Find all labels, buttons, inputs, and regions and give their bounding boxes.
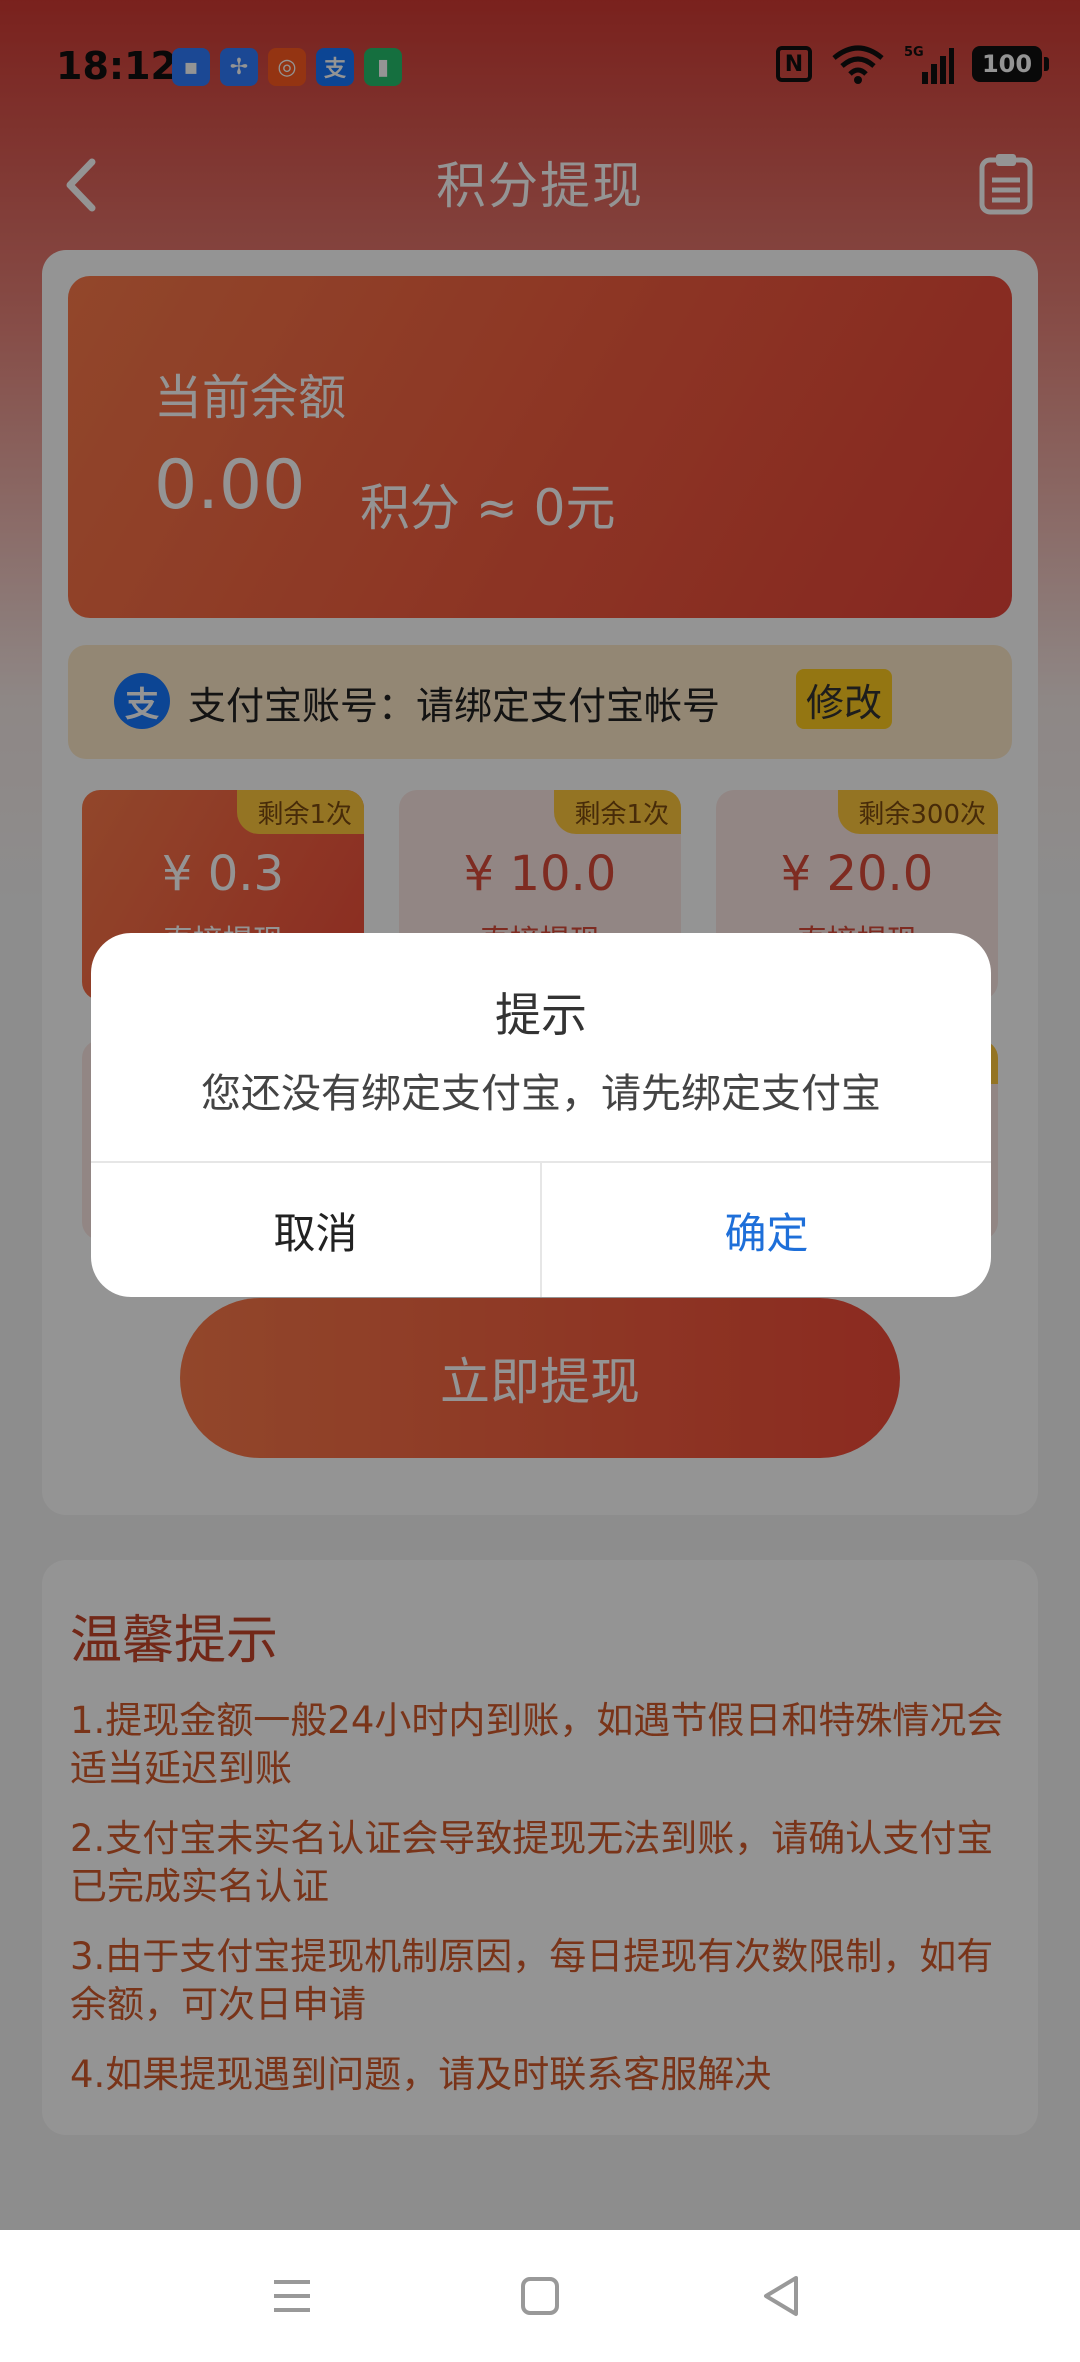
back-triangle-icon[interactable] — [752, 2266, 812, 2326]
cancel-button[interactable]: 取消 — [91, 1163, 540, 1297]
system-nav-bar — [0, 2230, 1080, 2362]
dialog-title: 提示 — [495, 988, 587, 1042]
alert-dialog: 提示 您还没有绑定支付宝，请先绑定支付宝 取消 确定 — [91, 933, 991, 1297]
menu-icon[interactable] — [262, 2266, 322, 2326]
confirm-button[interactable]: 确定 — [542, 1163, 991, 1297]
dialog-message: 您还没有绑定支付宝，请先绑定支付宝 — [201, 1071, 881, 1117]
home-icon[interactable] — [510, 2266, 570, 2326]
